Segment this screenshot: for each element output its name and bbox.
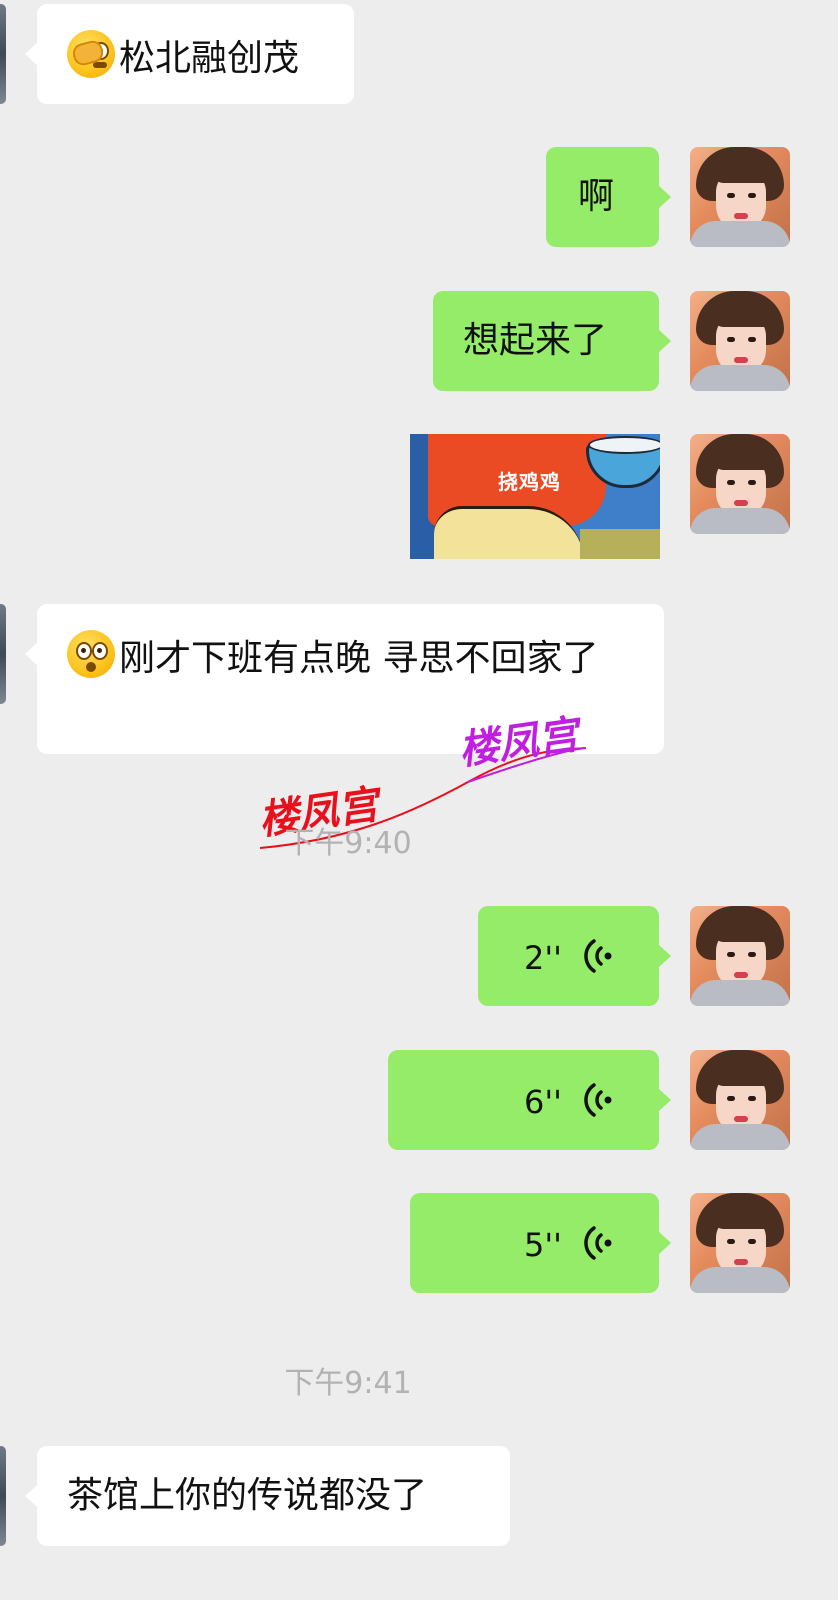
message-text: 想起来了 [463,320,608,361]
outgoing-message-bubble[interactable]: 想起来了 [433,291,671,391]
voice-message-bubble[interactable]: 5'' [410,1193,671,1293]
timestamp: 下午9:40 [284,826,412,861]
voice-duration: 5'' [524,1226,562,1264]
incoming-message-bubble[interactable]: 茶馆上你的传说都没了 [25,1446,510,1546]
self-avatar[interactable] [690,1050,790,1150]
self-avatar[interactable] [690,147,790,247]
timestamp: 下午9:41 [284,1366,412,1401]
voice-message-bubble[interactable]: 6'' [388,1050,671,1150]
voice-message-bubble[interactable]: 2'' [478,906,671,1006]
voice-wave-icon [584,1083,612,1117]
image-message[interactable]: 挠鸡鸡 [410,434,660,559]
self-avatar[interactable] [690,291,790,391]
contact-avatar[interactable] [0,604,6,704]
self-avatar[interactable] [690,1193,790,1293]
message-text: 松北融创茂 [119,38,300,79]
incoming-message-bubble[interactable]: 松北融创茂 [25,4,354,104]
voice-duration: 2'' [524,939,562,977]
contact-avatar[interactable] [0,1446,6,1546]
contact-avatar[interactable] [0,4,6,104]
message-text: 啊 [578,176,615,217]
voice-wave-icon [584,1226,612,1260]
self-avatar[interactable] [690,906,790,1006]
image-caption: 挠鸡鸡 [498,470,561,494]
voice-duration: 6'' [524,1083,562,1121]
message-text: 茶馆上你的传说都没了 [67,1475,428,1516]
flushed-face-emoji-icon [67,630,115,678]
message-text: 刚才下班有点晚 寻思不回家了 [119,638,599,679]
voice-wave-icon [584,939,612,973]
outgoing-message-bubble[interactable]: 啊 [546,147,671,247]
facepalm-emoji-icon [67,30,115,78]
self-avatar[interactable] [690,434,790,534]
